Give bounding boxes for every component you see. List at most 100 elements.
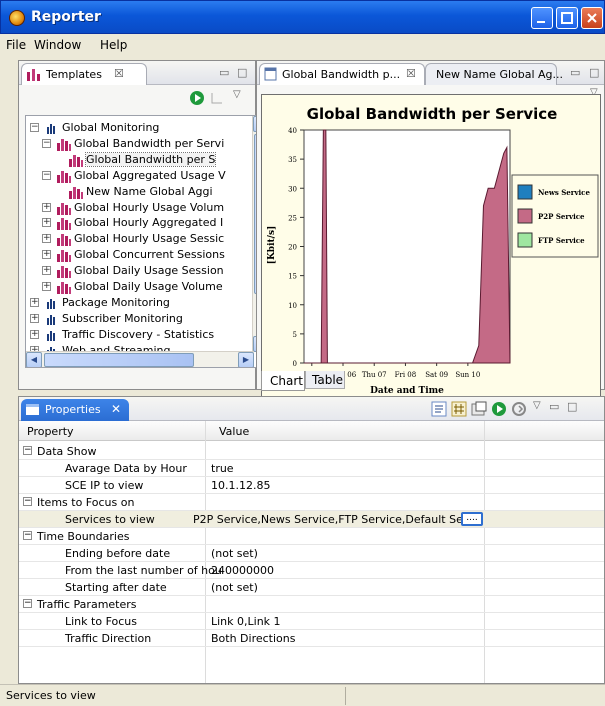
tab-templates-close[interactable]: ☒ xyxy=(114,67,124,80)
tree-item-label: Global Daily Usage Volume xyxy=(74,280,223,293)
x-axis-label: Date and Time xyxy=(370,386,444,396)
column-header-property[interactable]: Property xyxy=(27,425,74,438)
x-tick-label: Thu 07 xyxy=(362,371,387,379)
refresh-icon[interactable] xyxy=(511,401,527,417)
tab-global-bandwidth-close[interactable]: ☒ xyxy=(406,67,416,80)
tab-properties[interactable]: Properties ✕ xyxy=(21,399,129,421)
scroll-left-icon[interactable]: ◀ xyxy=(26,352,42,367)
x-tick-label: Sun 10 xyxy=(455,371,480,379)
collapse-icon[interactable]: − xyxy=(23,599,32,608)
collapse-icon[interactable]: − xyxy=(30,123,39,132)
property-label: Ending before date xyxy=(65,547,171,560)
x-tick-label: Fri 08 xyxy=(395,371,417,379)
maximize-properties-icon[interactable]: □ xyxy=(567,400,577,413)
properties-view-menu-icon[interactable]: ▽ xyxy=(533,400,541,411)
property-label: Services to view xyxy=(65,513,155,526)
expand-icon[interactable]: + xyxy=(42,234,51,244)
property-value[interactable]: (not set) xyxy=(211,581,258,594)
tab-chart[interactable]: Chart xyxy=(261,371,305,391)
collapse-icon[interactable]: − xyxy=(42,138,51,148)
tab-global-bandwidth[interactable]: Global Bandwidth p... ☒ xyxy=(259,63,425,85)
menu-window[interactable]: Window xyxy=(34,38,81,52)
property-value[interactable]: 10.1.12.85 xyxy=(211,479,270,492)
tree-item-label: Global Hourly Aggregated I xyxy=(74,216,224,230)
expand-icon[interactable]: + xyxy=(30,329,39,339)
properties-header: Property Value xyxy=(19,421,604,441)
tree-horizontal-scrollbar[interactable]: ◀ ▶ xyxy=(26,351,254,367)
property-value[interactable]: Link 0,Link 1 xyxy=(211,615,281,628)
collapse-icon[interactable]: − xyxy=(23,446,32,455)
maximize-view-icon[interactable]: □ xyxy=(237,66,247,79)
legend-label: News Service xyxy=(538,188,590,197)
maximize-button[interactable] xyxy=(556,7,578,29)
menu-file[interactable]: File xyxy=(6,38,26,52)
tab-table[interactable]: Table xyxy=(305,371,345,389)
window-titlebar: Reporter xyxy=(0,0,605,34)
document-icon xyxy=(264,67,277,81)
property-label: Avarage Data by Hour xyxy=(65,462,187,475)
expand-icon[interactable]: + xyxy=(42,282,51,291)
report-chart-icon xyxy=(57,138,71,151)
expand-icon[interactable]: + xyxy=(42,202,51,212)
minimize-view-icon[interactable]: ▭ xyxy=(219,66,229,79)
y-tick-label: 30 xyxy=(288,185,297,193)
view-menu-icon[interactable]: ▽ xyxy=(233,89,241,100)
chart-editor-panel: Global Bandwidth p... ☒ New Name Global … xyxy=(256,60,605,424)
property-group-row[interactable]: − Traffic Parameters xyxy=(19,596,604,613)
property-row[interactable]: Services to view P2P Service,News Service… xyxy=(19,511,604,528)
legend-label: FTP Service xyxy=(538,236,585,245)
restore-defaults-icon[interactable] xyxy=(471,401,487,417)
property-row[interactable]: From the last number of hou 240000000 xyxy=(19,562,604,579)
minimize-properties-icon[interactable]: ▭ xyxy=(549,400,559,413)
tab-new-name-global-label: New Name Global Ag... xyxy=(436,68,564,81)
edit-value-button[interactable]: .... xyxy=(461,512,483,526)
property-value[interactable]: 240000000 xyxy=(211,564,274,577)
minimize-button[interactable] xyxy=(531,7,553,29)
menu-help[interactable]: Help xyxy=(100,38,127,52)
property-value[interactable]: Both Directions xyxy=(211,632,295,645)
blank-page-icon[interactable] xyxy=(209,90,225,106)
scroll-right-icon[interactable]: ▶ xyxy=(238,352,254,367)
expand-icon[interactable]: + xyxy=(42,266,51,276)
collapse-icon[interactable]: − xyxy=(42,170,51,180)
expand-icon[interactable]: + xyxy=(42,218,51,228)
maximize-editor-icon[interactable]: □ xyxy=(589,66,599,79)
tree-item-label: Global Bandwidth per Servi xyxy=(74,136,225,150)
tree-item-label: Traffic Discovery - Statistics xyxy=(62,327,215,341)
legend-label: P2P Service xyxy=(538,212,585,221)
show-advanced-icon[interactable] xyxy=(451,401,467,417)
expand-icon[interactable]: + xyxy=(30,297,39,307)
templates-tabstrip: Templates ☒ ▭ □ xyxy=(19,61,255,85)
run-icon[interactable] xyxy=(189,90,205,106)
tab-templates[interactable]: Templates ☒ xyxy=(21,63,147,85)
property-group-row[interactable]: − Items to Focus on xyxy=(19,494,604,511)
minimize-editor-icon[interactable]: ▭ xyxy=(570,66,580,79)
property-row[interactable]: Avarage Data by Hour true xyxy=(19,460,604,477)
tab-properties-close[interactable]: ✕ xyxy=(111,402,121,416)
column-header-value[interactable]: Value xyxy=(219,425,249,438)
report-chart-icon xyxy=(57,282,71,294)
legend-swatch xyxy=(517,232,533,248)
property-value[interactable]: (not set) xyxy=(211,547,258,560)
run-report-icon[interactable] xyxy=(491,401,507,417)
tab-new-name-global[interactable]: New Name Global Ag... xyxy=(425,63,563,85)
property-row[interactable]: Link to Focus Link 0,Link 1 xyxy=(19,613,604,630)
property-value[interactable]: P2P Service,News Service,FTP Service,Def… xyxy=(193,513,463,526)
property-group-row[interactable]: − Time Boundaries xyxy=(19,528,604,545)
legend-swatch xyxy=(517,208,533,224)
property-row[interactable]: Starting after date (not set) xyxy=(19,579,604,596)
expand-icon[interactable]: + xyxy=(42,250,51,260)
property-row[interactable]: Traffic Direction Both Directions xyxy=(19,630,604,647)
collapse-icon[interactable]: − xyxy=(23,497,32,506)
property-row[interactable]: SCE IP to view 10.1.12.85 xyxy=(19,477,604,494)
collapse-icon[interactable]: − xyxy=(23,531,32,540)
property-label: SCE IP to view xyxy=(65,479,144,492)
property-row[interactable]: Ending before date (not set) xyxy=(19,545,604,562)
property-value[interactable]: true xyxy=(211,462,234,475)
property-group-row[interactable]: − Data Show xyxy=(19,443,604,460)
expand-icon[interactable]: + xyxy=(30,313,39,323)
y-axis-label: [Kbit/s] xyxy=(267,226,277,265)
show-categories-icon[interactable] xyxy=(431,401,447,417)
hscroll-thumb[interactable] xyxy=(44,353,194,367)
close-button[interactable] xyxy=(581,7,603,29)
